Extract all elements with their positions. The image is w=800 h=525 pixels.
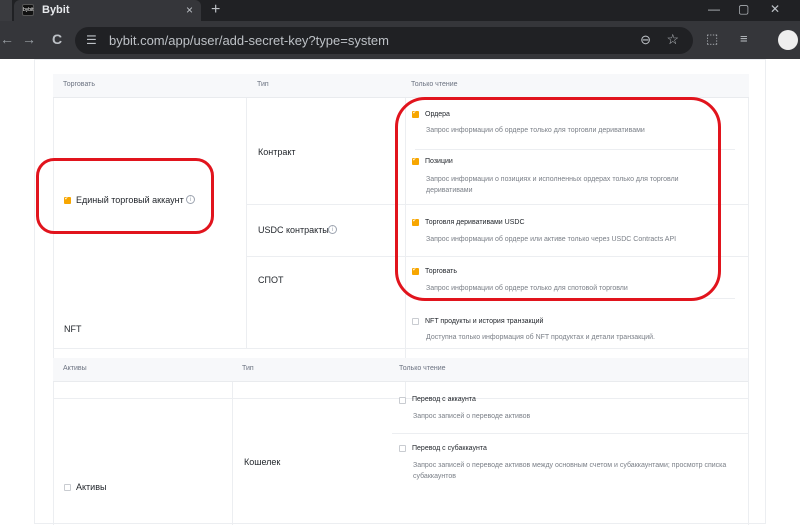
divider [53, 348, 748, 349]
divider [748, 382, 749, 525]
bookmark-star-icon[interactable]: ☆ [666, 31, 679, 48]
address-bar[interactable]: ☰ bybit.com/app/user/add-secret-key?type… [75, 27, 693, 54]
account-transfer-checkbox[interactable] [399, 397, 406, 404]
assets-checkbox[interactable] [64, 484, 71, 491]
divider [748, 98, 749, 398]
subaccount-transfer-desc: Запрос записей о переводе активов между … [413, 462, 727, 480]
header-type: Тип [257, 81, 269, 88]
usdc-contracts-label: USDC контракты [258, 225, 329, 235]
tab-bybit[interactable]: bybit Bybit × [14, 0, 201, 21]
highlight-ring-permissions [395, 97, 721, 301]
header-trade: Торговать [63, 81, 96, 88]
divider [53, 382, 54, 525]
close-window-button[interactable]: ✕ [770, 2, 780, 16]
url-text[interactable]: bybit.com/app/user/add-secret-key?type=s… [109, 33, 389, 48]
assets-label: Активы [76, 482, 107, 492]
zoom-icon[interactable]: ⊖ [640, 32, 651, 48]
nft-label: NFT [64, 324, 82, 334]
extensions-icon[interactable]: ⬚ [706, 31, 718, 47]
tab-search-button[interactable] [0, 0, 12, 21]
account-transfer-label: Перевод с аккаунта [412, 396, 476, 403]
profile-avatar[interactable] [778, 30, 798, 50]
header-readonly: Только чтение [411, 81, 458, 88]
nft-permission-desc: Доступна только информация об NFT продук… [426, 334, 655, 341]
subaccount-transfer-checkbox[interactable] [399, 445, 406, 452]
nft-permission-label: NFT продукты и история транзакций [425, 318, 544, 325]
trade-header-row: Торговать Тип Только чтение [53, 74, 749, 98]
tab-title: Bybit [42, 4, 70, 16]
divider [392, 433, 748, 434]
header-assets: Активы [63, 365, 87, 372]
page-content: Торговать Тип Только чтение Единый торго… [0, 59, 800, 525]
header-type: Тип [242, 365, 254, 372]
divider [53, 98, 54, 398]
site-info-icon[interactable]: ☰ [86, 33, 97, 47]
media-icon[interactable]: ≡ [740, 31, 748, 46]
account-transfer-desc: Запрос записей о переводе активов [413, 413, 531, 420]
minimize-button[interactable]: — [708, 2, 720, 16]
wallet-label: Кошелек [244, 457, 281, 467]
tab-strip: bybit Bybit × + — ▢ ✕ [0, 0, 800, 21]
maximize-button[interactable]: ▢ [738, 2, 749, 16]
forward-button[interactable]: → [22, 31, 36, 47]
new-tab-button[interactable]: + [211, 0, 220, 20]
info-icon[interactable]: i [328, 225, 337, 234]
permissions-table: Торговать Тип Только чтение Единый торго… [34, 59, 766, 525]
divider [246, 98, 247, 348]
nft-checkbox[interactable] [412, 318, 419, 325]
back-button[interactable]: ← [0, 31, 14, 47]
header-readonly: Только чтение [399, 365, 446, 372]
contract-label: Контракт [258, 147, 296, 157]
subaccount-transfer-label: Перевод с субаккаунта [412, 445, 487, 452]
bybit-favicon-icon: bybit [22, 4, 34, 16]
divider [232, 382, 233, 525]
browser-toolbar: ← → C ☰ bybit.com/app/user/add-secret-ke… [0, 21, 800, 59]
highlight-ring-account [36, 158, 214, 234]
assets-header-row: Активы Тип Только чтение [53, 358, 748, 382]
spot-label: СПОТ [258, 275, 284, 285]
reload-button[interactable]: C [52, 31, 62, 47]
close-tab-icon[interactable]: × [186, 3, 193, 17]
